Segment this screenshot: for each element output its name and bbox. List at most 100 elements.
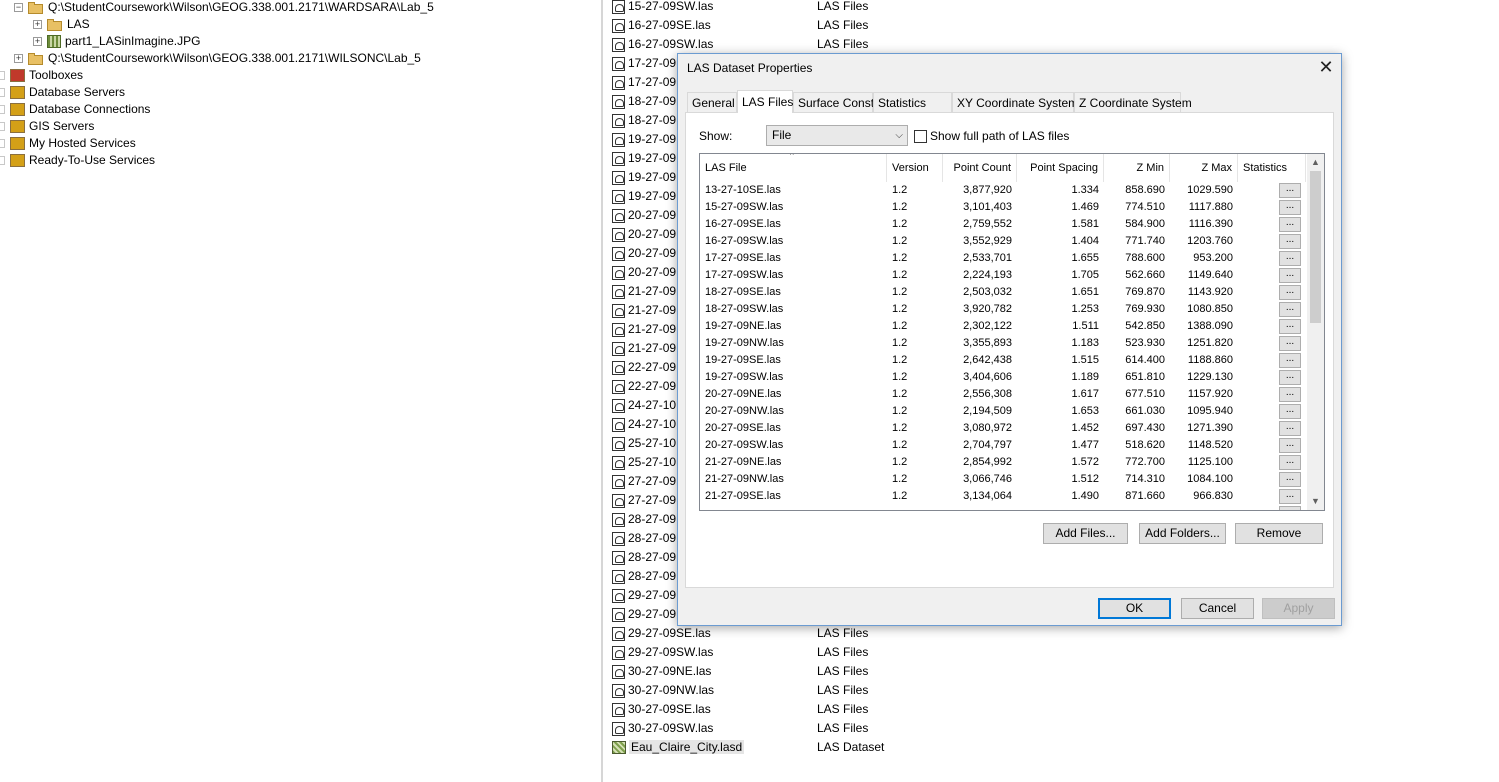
table-row[interactable]: 18-27-09SW.las 1.2 3,920,782 1.253 769.930 10… (700, 301, 1306, 318)
list-item[interactable]: 27-27-09 (612, 472, 676, 491)
list-item[interactable]: 28-27-09 (612, 510, 676, 529)
table-row[interactable]: 16-27-09SE.las 1.2 2,759,552 1.581 584.900 11… (700, 216, 1306, 233)
list-item[interactable]: 29-27-09SW.las LAS Files (612, 643, 868, 662)
expand-icon[interactable]: + (14, 54, 23, 64)
expand-icon[interactable] (0, 71, 5, 81)
tree-item[interactable]: − Q:\StudentCoursework\Wilson\GEOG.338.00… (14, 0, 434, 16)
tab-surface-constraints[interactable]: Surface Constraints (793, 92, 903, 112)
table-row[interactable]: 15-27-09SW.las 1.2 3,101,403 1.469 774.510 11… (700, 199, 1306, 216)
vertical-scrollbar[interactable]: ▲ ▼ (1307, 154, 1324, 510)
statistics-button[interactable]: ... (1279, 217, 1301, 232)
list-item[interactable]: 16-27-09SE.las LAS Files (612, 16, 868, 35)
list-item[interactable]: 16-27-09SW.las LAS Files (612, 35, 868, 54)
expand-icon[interactable] (0, 156, 5, 166)
table-row[interactable]: 16-27-09SW.las 1.2 3,552,929 1.404 771.740 12… (700, 233, 1306, 250)
table-row[interactable]: 18-27-09SE.las 1.2 2,503,032 1.651 769.870 11… (700, 284, 1306, 301)
list-item[interactable]: 21-27-09 (612, 339, 676, 358)
cancel-button[interactable]: Cancel (1181, 598, 1254, 619)
statistics-button[interactable]: ... (1279, 421, 1301, 436)
pane-divider[interactable] (601, 0, 603, 782)
tab-xy-coordinate-system[interactable]: XY Coordinate System (952, 92, 1078, 112)
expand-icon[interactable] (0, 105, 5, 115)
list-item[interactable]: 22-27-09 (612, 358, 676, 377)
list-item[interactable]: 21-27-09 (612, 301, 676, 320)
checkbox-box[interactable] (914, 130, 927, 144)
expand-icon[interactable]: + (33, 20, 42, 30)
remove-button[interactable]: Remove (1235, 523, 1323, 544)
column-header[interactable]: Z Max (1170, 154, 1238, 182)
tree-item[interactable]: + part1_LASinImagine.JPG (33, 33, 200, 50)
close-icon[interactable]: ✕ (1311, 54, 1341, 82)
tab-statistics[interactable]: Statistics (873, 92, 952, 112)
tree-item[interactable]: My Hosted Services (0, 135, 136, 152)
list-item[interactable]: 19-27-09 (612, 130, 676, 149)
ok-button[interactable]: OK (1098, 598, 1171, 619)
list-item[interactable]: 30-27-09NE.las LAS Files (612, 662, 868, 681)
list-item[interactable]: 30-27-09NW.las LAS Files (612, 681, 868, 700)
tree-item[interactable]: Toolboxes (0, 67, 83, 84)
tab-general[interactable]: General (687, 92, 737, 112)
statistics-button[interactable] (1279, 506, 1301, 510)
list-item[interactable]: 29-27-09 (612, 586, 676, 605)
table-row[interactable]: 17-27-09SE.las 1.2 2,533,701 1.655 788.600 95… (700, 250, 1306, 267)
tree-item[interactable]: Database Servers (0, 84, 125, 101)
statistics-button[interactable]: ... (1279, 200, 1301, 215)
table-row[interactable]: 21-27-09NE.las 1.2 2,854,992 1.572 772.700 11… (700, 454, 1306, 471)
list-item[interactable]: 15-27-09SW.las LAS Files (612, 0, 868, 16)
list-item[interactable]: 19-27-09 (612, 168, 676, 187)
statistics-button[interactable]: ... (1279, 455, 1301, 470)
list-item[interactable]: 19-27-09 (612, 149, 676, 168)
scroll-thumb[interactable] (1310, 171, 1321, 323)
statistics-button[interactable]: ... (1279, 302, 1301, 317)
expand-icon[interactable] (0, 88, 5, 98)
table-row[interactable]: 20-27-09NE.las 1.2 2,556,308 1.617 677.510 11… (700, 386, 1306, 403)
column-header[interactable]: Point Count (943, 154, 1017, 182)
list-item[interactable]: 28-27-09 (612, 548, 676, 567)
tree-item[interactable]: + LAS (33, 16, 90, 33)
statistics-button[interactable]: ... (1279, 387, 1301, 402)
table-row[interactable]: 21-27-09NW.las 1.2 3,066,746 1.512 714.310 10… (700, 471, 1306, 488)
statistics-button[interactable]: ... (1279, 370, 1301, 385)
tree-item[interactable]: GIS Servers (0, 118, 94, 135)
table-row[interactable]: 13-27-10SE.las 1.2 3,877,920 1.334 858.690 10… (700, 182, 1306, 199)
table-row[interactable]: 20-27-09SE.las 1.2 3,080,972 1.452 697.430 12… (700, 420, 1306, 437)
add-files-button[interactable]: Add Files... (1043, 523, 1128, 544)
tree-item[interactable]: Ready-To-Use Services (0, 152, 155, 169)
statistics-button[interactable]: ... (1279, 489, 1301, 504)
list-item[interactable]: Eau_Claire_City.lasd LAS Dataset (612, 738, 884, 757)
apply-button[interactable]: Apply (1262, 598, 1335, 619)
tree-item[interactable]: + Q:\StudentCoursework\Wilson\GEOG.338.00… (14, 50, 421, 67)
list-item[interactable]: 30-27-09SE.las LAS Files (612, 700, 868, 719)
table-row[interactable] (700, 505, 1306, 510)
tree-item[interactable]: Database Connections (0, 101, 150, 118)
table-row[interactable]: 19-27-09NW.las 1.2 3,355,893 1.183 523.930 12… (700, 335, 1306, 352)
table-row[interactable]: 20-27-09NW.las 1.2 2,194,509 1.653 661.030 10… (700, 403, 1306, 420)
column-header[interactable]: Point Spacing (1017, 154, 1104, 182)
list-item[interactable]: 27-27-09 (612, 491, 676, 510)
tab-z-coordinate-system[interactable]: Z Coordinate System (1074, 92, 1192, 112)
list-item[interactable]: 25-27-10 (612, 453, 676, 472)
statistics-button[interactable]: ... (1279, 472, 1301, 487)
list-item[interactable]: 24-27-10 (612, 396, 676, 415)
list-item[interactable]: 28-27-09 (612, 567, 676, 586)
column-header[interactable]: Z Min (1104, 154, 1170, 182)
list-item[interactable]: 17-27-09 (612, 54, 676, 73)
statistics-button[interactable]: ... (1279, 183, 1301, 198)
list-item[interactable]: 20-27-09 (612, 244, 676, 263)
list-item[interactable]: 20-27-09 (612, 206, 676, 225)
tab-las-files[interactable]: LAS Files (737, 90, 793, 113)
column-header[interactable]: Statistics (1238, 154, 1306, 182)
statistics-button[interactable]: ... (1279, 319, 1301, 334)
expand-icon[interactable]: + (33, 37, 42, 47)
list-item[interactable]: 29-27-09SE.las LAS Files (612, 624, 868, 643)
list-item[interactable]: 28-27-09 (612, 529, 676, 548)
list-item[interactable]: 22-27-09 (612, 377, 676, 396)
list-item[interactable]: 17-27-09 (612, 73, 676, 92)
list-item[interactable]: 25-27-10 (612, 434, 676, 453)
list-item[interactable]: 20-27-09 (612, 263, 676, 282)
add-folders-button[interactable]: Add Folders... (1139, 523, 1226, 544)
table-row[interactable]: 19-27-09SE.las 1.2 2,642,438 1.515 614.400 11… (700, 352, 1306, 369)
list-item[interactable]: 20-27-09 (612, 225, 676, 244)
statistics-button[interactable]: ... (1279, 404, 1301, 419)
show-full-path-checkbox[interactable]: Show full path of LAS files (914, 129, 1069, 144)
